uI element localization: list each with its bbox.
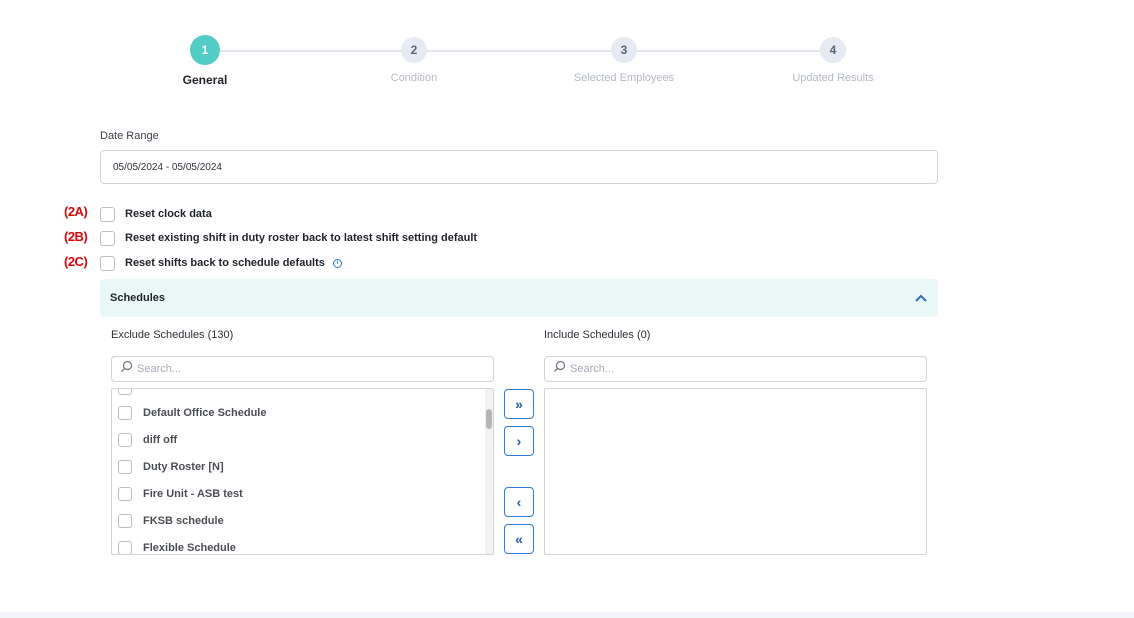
stepper-line (205, 50, 833, 52)
reset-shifts-checkbox[interactable] (100, 255, 115, 271)
list-item[interactable]: diff off (118, 432, 177, 448)
list-item-label: Default Office Schedule (143, 407, 267, 419)
move-all-right-button[interactable]: » (504, 389, 534, 419)
reset-clock-data-checkbox[interactable] (100, 206, 115, 222)
list-item-label: diff off (143, 434, 178, 446)
date-range-label: Date Range (100, 130, 159, 142)
list-item[interactable]: Default Office Schedule (118, 405, 266, 421)
step-2[interactable]: 2 Condition (354, 37, 474, 84)
include-search-box[interactable] (544, 356, 927, 382)
annotation-2c: (2C) (64, 254, 88, 269)
annotation-2a: (2A) (64, 204, 88, 219)
date-range-input[interactable] (100, 150, 938, 184)
wizard-stepper: 1 General 2 Condition 3 Selected Employe… (0, 35, 1134, 97)
step-4-label: Updated Results (792, 72, 874, 84)
reset-shifts-option[interactable]: Reset shifts back to schedule defaults i (100, 255, 342, 271)
step-1-label: General (182, 73, 228, 87)
reset-existing-shift-label: Reset existing shift in duty roster back… (125, 232, 478, 244)
list-item-checkbox[interactable] (118, 406, 132, 420)
schedules-panel-header[interactable]: Schedules (100, 279, 938, 317)
exclude-search-input[interactable] (137, 363, 473, 375)
list-item-label: Duty Roster [N] (143, 461, 224, 473)
list-item-partial (118, 389, 132, 396)
step-3-label: Selected Employees (573, 72, 675, 84)
list-item-checkbox[interactable] (118, 460, 132, 474)
include-schedules-list[interactable] (544, 388, 927, 555)
chevron-up-icon[interactable] (914, 291, 928, 305)
exclude-schedules-list[interactable]: Default Office Schedule diff off Duty Ro… (111, 388, 494, 555)
scrollbar-thumb[interactable] (486, 409, 492, 429)
list-item[interactable]: FKSB schedule (118, 513, 224, 529)
list-item[interactable]: Duty Roster [N] (118, 459, 224, 475)
step-3-number: 3 (611, 37, 637, 63)
list-item-checkbox[interactable] (118, 389, 132, 395)
step-2-number: 2 (401, 37, 427, 63)
search-icon (553, 360, 566, 378)
step-1-number: 1 (190, 35, 220, 65)
list-item-checkbox[interactable] (118, 487, 132, 501)
step-1[interactable]: 1 General (145, 35, 265, 87)
list-item-checkbox[interactable] (118, 541, 132, 554)
exclude-schedules-title: Exclude Schedules (130) (111, 329, 234, 341)
step-4-number: 4 (820, 37, 846, 63)
include-search-input[interactable] (570, 363, 906, 375)
list-item[interactable]: Fire Unit - ASB test (118, 486, 243, 502)
list-item-checkbox[interactable] (118, 514, 132, 528)
reset-existing-shift-checkbox[interactable] (100, 230, 115, 246)
reset-clock-data-label: Reset clock data (125, 208, 212, 220)
move-left-button[interactable]: ‹ (504, 487, 534, 517)
move-all-left-button[interactable]: « (504, 524, 534, 554)
step-3[interactable]: 3 Selected Employees (564, 37, 684, 84)
list-item-label: Fire Unit - ASB test (143, 488, 243, 500)
info-icon[interactable]: i (332, 258, 342, 268)
search-icon (120, 360, 133, 378)
footer-bar (0, 612, 1134, 618)
reset-clock-data-option[interactable]: Reset clock data (100, 206, 212, 222)
list-item-checkbox[interactable] (118, 433, 132, 447)
list-item-label: FKSB schedule (143, 515, 224, 527)
reset-shifts-label: Reset shifts back to schedule defaults (125, 257, 325, 269)
list-item[interactable]: Flexible Schedule (118, 540, 236, 554)
exclude-search-box[interactable] (111, 356, 494, 382)
schedules-title: Schedules (110, 292, 166, 304)
list-item-label: Flexible Schedule (143, 542, 236, 554)
exclude-list-scrollbar[interactable] (485, 389, 493, 554)
include-schedules-title: Include Schedules (0) (544, 329, 651, 341)
move-right-button[interactable]: › (504, 426, 534, 456)
reset-existing-shift-option[interactable]: Reset existing shift in duty roster back… (100, 230, 477, 246)
annotation-2b: (2B) (64, 229, 88, 244)
step-2-label: Condition (390, 72, 438, 84)
step-4[interactable]: 4 Updated Results (773, 37, 893, 84)
